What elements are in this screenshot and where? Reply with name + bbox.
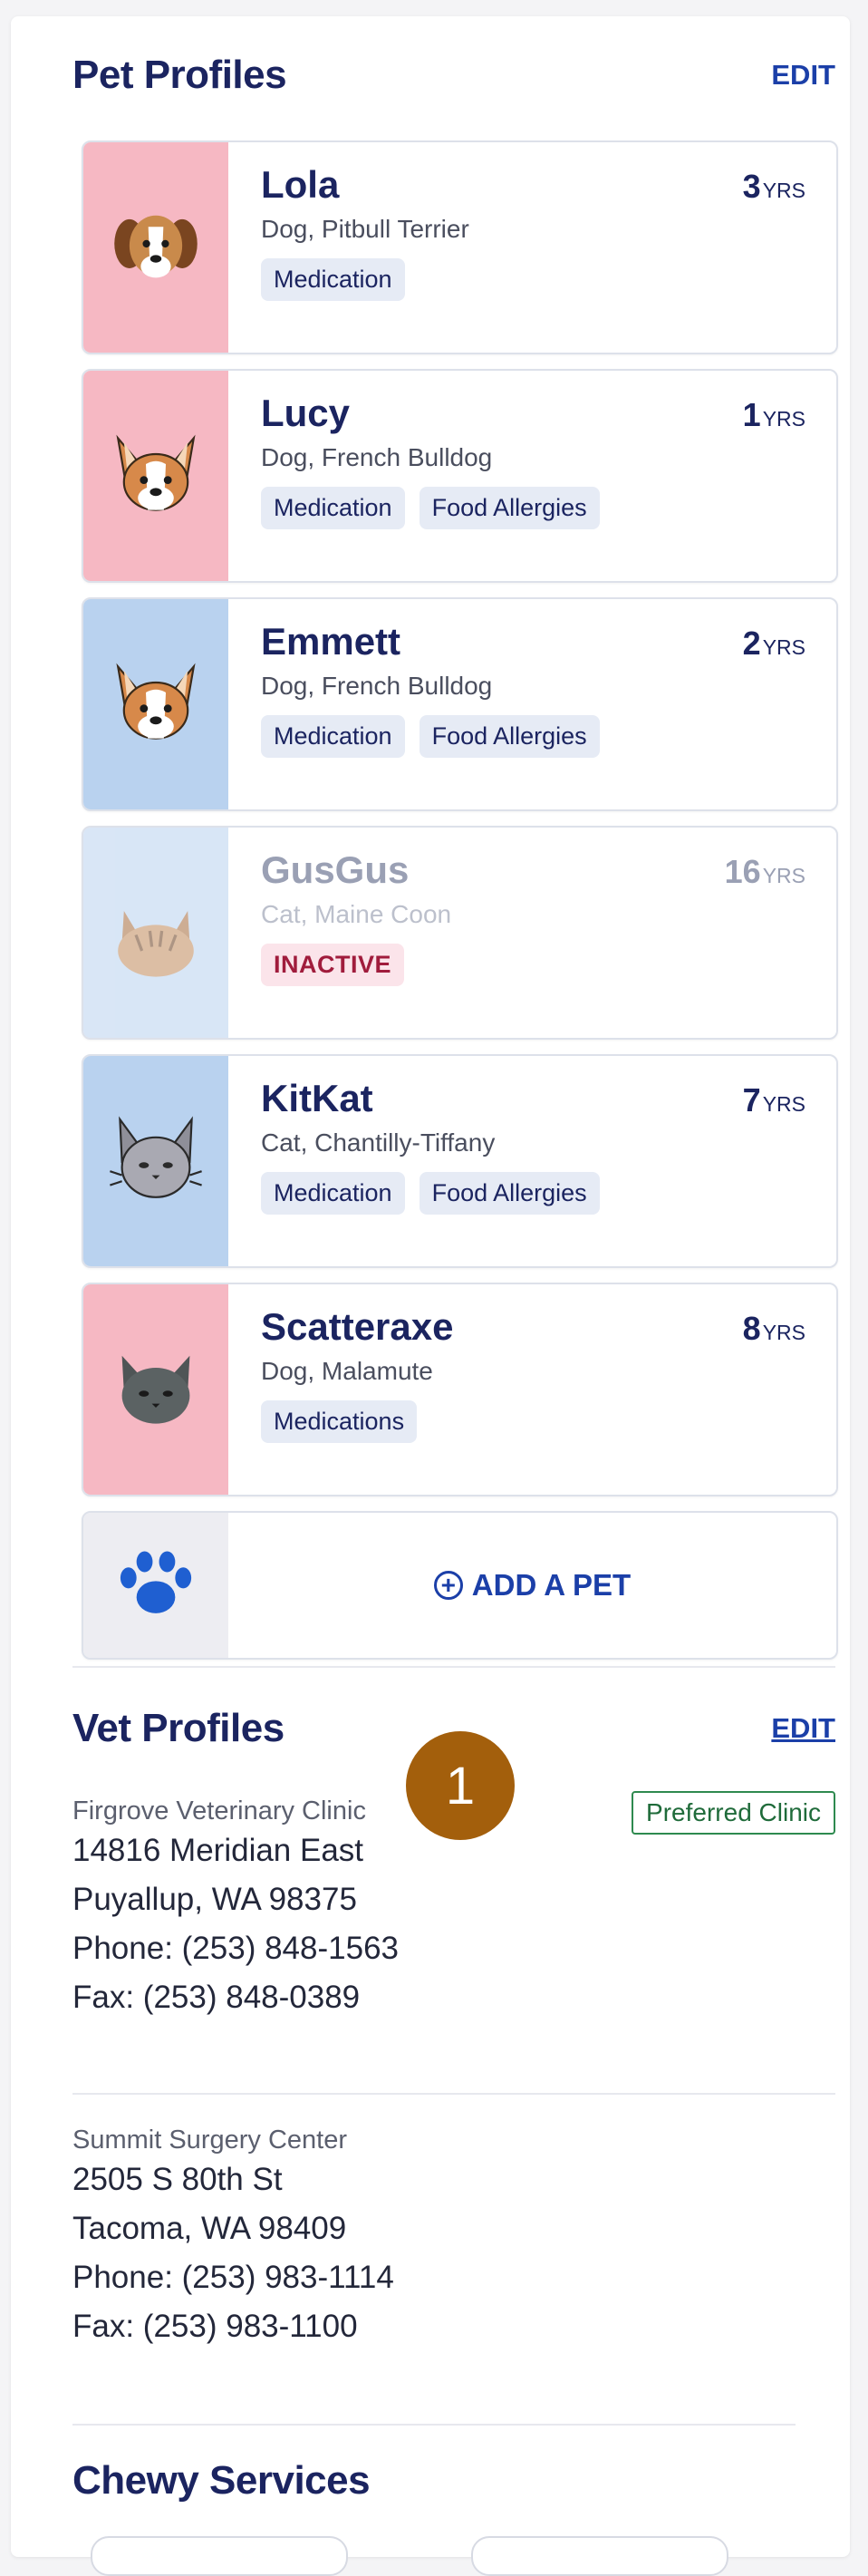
vet-profiles-edit-button[interactable]: EDIT <box>771 1712 835 1745</box>
pet-tag: Medications <box>261 1400 418 1443</box>
pet-tag: Medication <box>261 715 405 758</box>
pet-breed: Dog, Malamute <box>261 1357 433 1385</box>
pet-info: KitKat 7YRS Cat, Chantilly-Tiffany Medicati… <box>228 1056 836 1266</box>
pet-card-gusgus[interactable]: GusGus 16YRS Cat, Maine Coon INACTIVE <box>82 826 838 1040</box>
fluffy-cat-icon <box>106 1109 206 1214</box>
pet-breed: Dog, Pitbull Terrier <box>261 215 469 243</box>
pet-tag: Medication <box>261 1172 405 1215</box>
pet-name: Lola <box>261 163 340 206</box>
pet-profiles-edit-button[interactable]: EDIT <box>771 59 835 92</box>
pet-card-emmett[interactable]: Emmett 2YRS Dog, French Bulldog Medication F… <box>82 597 838 811</box>
services-divider <box>72 2424 796 2426</box>
pet-card-lucy[interactable]: Lucy 1YRS Dog, French Bulldog Medication Foo… <box>82 369 838 583</box>
pet-info: Scatteraxe 8YRS Dog, Malamute Medications <box>228 1284 836 1495</box>
chewy-services-title: Chewy Services <box>72 2458 371 2503</box>
vet-card-summit[interactable]: Summit Surgery Center 2505 S 80th St Tac… <box>72 2126 835 2351</box>
pet-profiles-header: Pet Profiles EDIT <box>72 53 835 98</box>
corgi-icon <box>106 653 206 757</box>
preferred-clinic-badge: Preferred Clinic <box>632 1791 835 1835</box>
pet-name: Scatteraxe <box>261 1305 454 1348</box>
vet-fax: Fax: (253) 848-0389 <box>72 1980 361 2015</box>
pet-breed: Dog, French Bulldog <box>261 672 493 700</box>
pet-tags: INACTIVE <box>261 944 809 986</box>
service-pill[interactable] <box>471 2536 728 2576</box>
pet-card-lola[interactable]: Lola 3YRS Dog, Pitbull Terrier Medication <box>82 140 838 354</box>
pet-tags: Medication Food Allergies <box>261 487 809 529</box>
services-pill-row <box>72 2536 770 2576</box>
plus-circle-icon: + <box>433 1571 463 1600</box>
pet-avatar <box>83 1513 228 1658</box>
pet-info: Lola 3YRS Dog, Pitbull Terrier Medication <box>228 142 836 353</box>
inactive-badge: INACTIVE <box>261 944 405 986</box>
chewy-services-header: Chewy Services <box>72 2458 835 2503</box>
pet-tag: Medication <box>261 258 405 301</box>
pet-info: GusGus 16YRS Cat, Maine Coon INACTIVE <box>228 828 836 1038</box>
vet-address-line2: Tacoma, WA 98409 <box>72 2211 347 2246</box>
pet-card-scatteraxe[interactable]: Scatteraxe 8YRS Dog, Malamute Medications <box>82 1283 838 1496</box>
pet-card-kitkat[interactable]: KitKat 7YRS Cat, Chantilly-Tiffany Medicati… <box>82 1054 838 1268</box>
pet-list: Lola 3YRS Dog, Pitbull Terrier Medication Lu… <box>82 140 838 1674</box>
pet-age: 1YRS <box>742 396 805 433</box>
pet-age: 2YRS <box>742 625 805 662</box>
vet-divider <box>72 2093 835 2095</box>
add-pet-button[interactable]: + ADD A PET <box>82 1511 838 1660</box>
pet-tags: Medication <box>261 258 809 301</box>
pet-name: Lucy <box>261 392 351 434</box>
service-pill[interactable] <box>91 2536 348 2576</box>
pet-avatar <box>83 828 228 1038</box>
pet-tags: Medication Food Allergies <box>261 715 809 758</box>
vet-name: Summit Surgery Center <box>72 2126 347 2155</box>
pet-avatar <box>83 1284 228 1495</box>
pet-name: Emmett <box>261 620 401 663</box>
pet-tag: Medication <box>261 487 405 529</box>
vet-fax: Fax: (253) 983-1100 <box>72 2309 358 2344</box>
pet-info: Emmett 2YRS Dog, French Bulldog Medication F… <box>228 599 836 809</box>
add-pet-label: + ADD A PET <box>228 1513 836 1658</box>
pet-breed: Dog, French Bulldog <box>261 443 493 471</box>
pet-age: 16YRS <box>724 853 805 890</box>
vet-address-line1: 2505 S 80th St <box>72 2162 283 2197</box>
pet-tags: Medications <box>261 1400 809 1443</box>
pet-avatar <box>83 1056 228 1266</box>
step-marker-badge: 1 <box>406 1731 515 1840</box>
pet-avatar <box>83 599 228 809</box>
pet-info: Lucy 1YRS Dog, French Bulldog Medication Foo… <box>228 371 836 581</box>
pet-age: 8YRS <box>742 1310 805 1347</box>
grey-cat-icon <box>106 1338 206 1442</box>
corgi-icon <box>106 424 206 528</box>
pet-profiles-title: Pet Profiles <box>72 53 287 97</box>
pet-avatar <box>83 371 228 581</box>
beagle-icon <box>109 199 203 297</box>
pet-breed: Cat, Maine Coon <box>261 900 452 928</box>
pet-tag: Food Allergies <box>419 487 600 529</box>
vet-phone: Phone: (253) 848-1563 <box>72 1931 399 1966</box>
section-divider <box>72 1666 835 1668</box>
vet-profiles-title: Vet Profiles <box>72 1706 285 1750</box>
tabby-cat-icon <box>106 881 206 985</box>
pet-age: 3YRS <box>742 168 805 205</box>
vet-address-line2: Puyallup, WA 98375 <box>72 1882 357 1917</box>
pet-breed: Cat, Chantilly-Tiffany <box>261 1128 496 1157</box>
pet-name: KitKat <box>261 1077 373 1119</box>
pet-avatar <box>83 142 228 353</box>
paw-icon <box>115 1547 197 1624</box>
pet-tag: Food Allergies <box>419 715 600 758</box>
pet-age: 7YRS <box>742 1081 805 1119</box>
vet-phone: Phone: (253) 983-1114 <box>72 2260 394 2295</box>
pet-tag: Food Allergies <box>419 1172 600 1215</box>
pet-tags: Medication Food Allergies <box>261 1172 809 1215</box>
